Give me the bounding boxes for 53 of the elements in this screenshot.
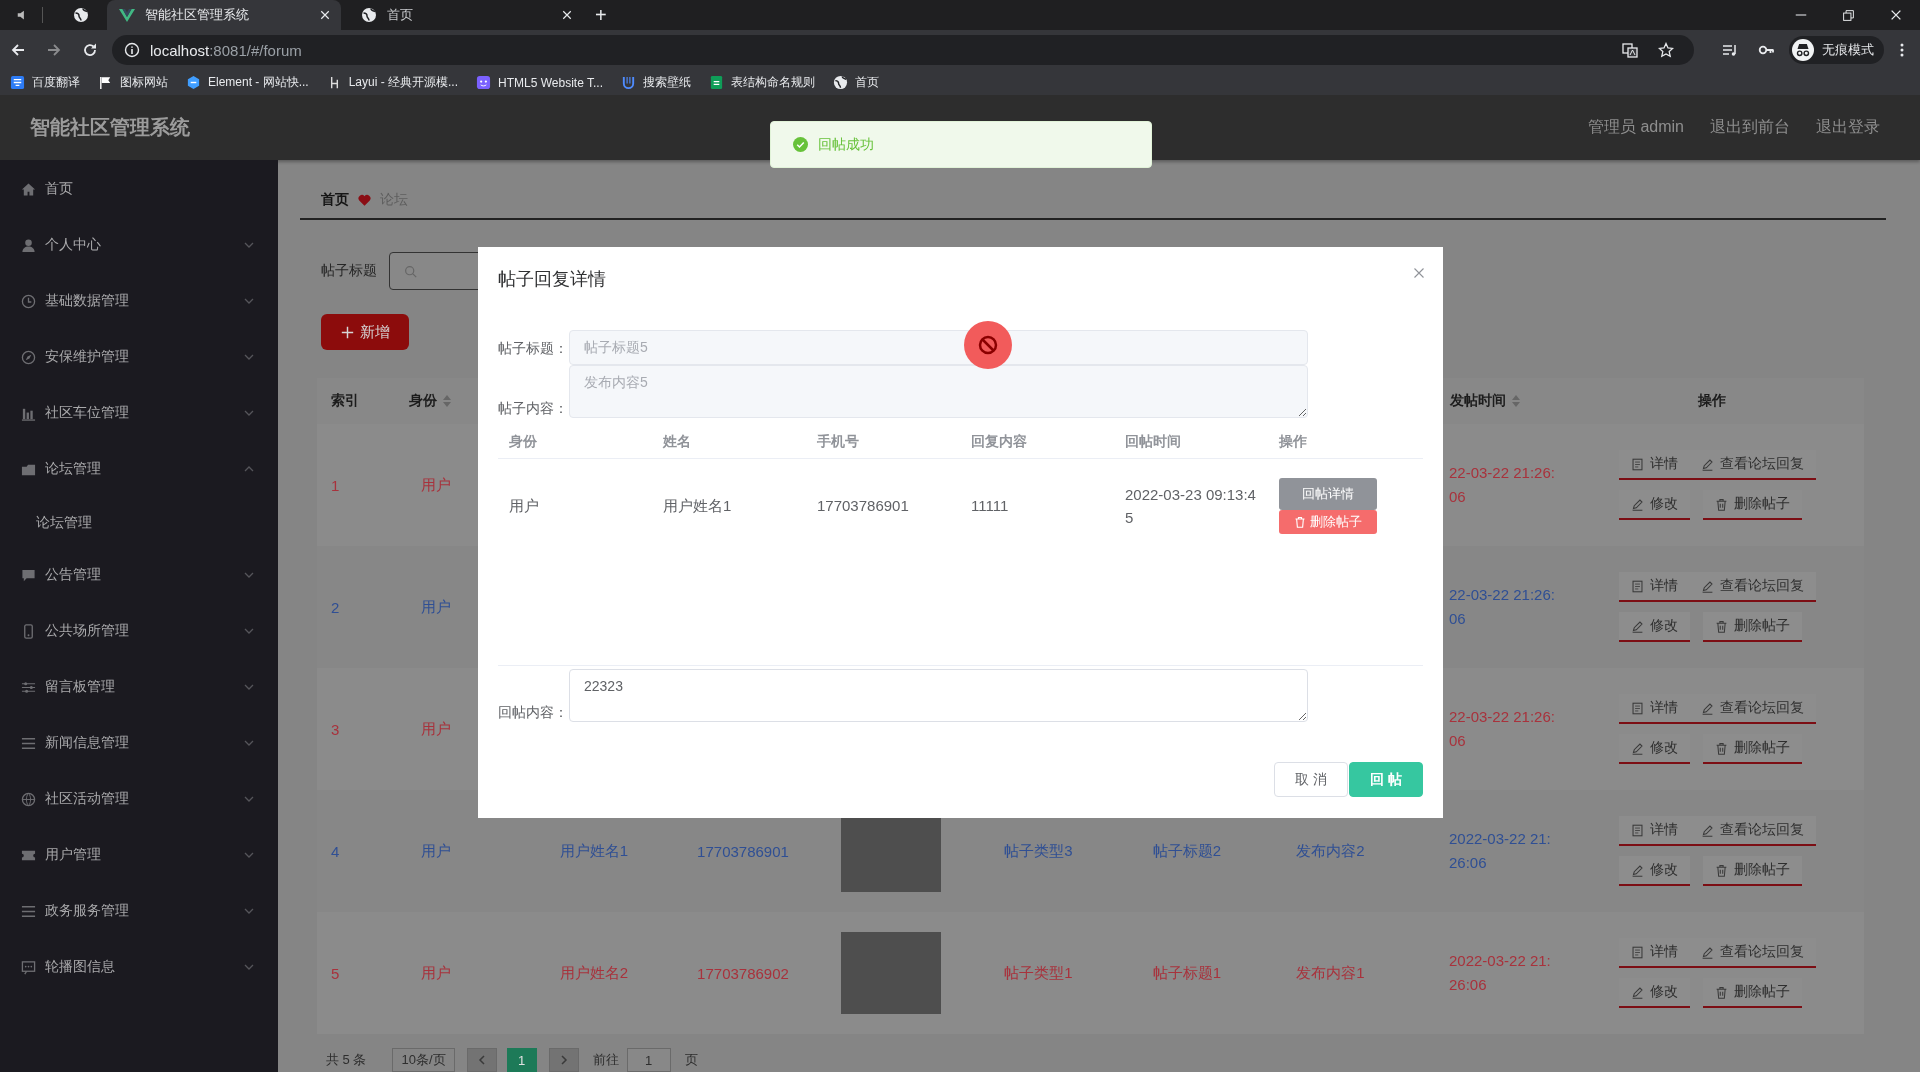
table-cell-text: 22-03-22 21:26:06	[1449, 585, 1556, 629]
column-header: 身份	[409, 392, 437, 410]
column-header: 索引	[331, 392, 359, 410]
table-cell: 发布内容1	[1296, 963, 1365, 983]
table-cell: 用户姓名1	[663, 496, 732, 514]
table-cell-text: 2022-03-22 21:26:06	[1449, 951, 1552, 995]
table-cell: 17703786902	[697, 964, 789, 982]
table-cell: 用户	[421, 841, 451, 861]
column-header: 操作	[1697, 392, 1726, 410]
table-cell-text: 22-03-22 21:26:06	[1449, 707, 1556, 751]
table-cell: 帖子标题1	[1152, 963, 1222, 983]
search-label: 帖子标题	[321, 262, 377, 280]
column-header: 身份	[509, 433, 537, 449]
table-cell: 5	[331, 964, 340, 982]
tab-title: 智能社区管理系统	[145, 6, 250, 24]
column-header: 操作	[1279, 433, 1307, 449]
url-text: localhost:8081/#/forum	[150, 41, 302, 59]
field-label: 帖子标题：	[498, 338, 569, 358]
total-count: 共 5 条	[326, 1051, 367, 1069]
table-cell: 帖子标题2	[1152, 841, 1222, 861]
column-header: 手机号	[817, 433, 859, 449]
table-cell: 帖子类型3	[1004, 841, 1073, 861]
table-cell: 用户姓名1	[559, 841, 629, 861]
table-cell: 3	[331, 720, 340, 738]
dialog-title: 帖子回复详情	[498, 268, 606, 291]
column-header: 姓名	[663, 433, 691, 449]
success-toast: 回帖成功	[770, 121, 1152, 168]
table-cell: 4	[331, 842, 340, 860]
table-cell: 用户	[421, 963, 451, 983]
field-label: 帖子内容：	[498, 399, 569, 418]
table-cell: 2	[331, 598, 340, 616]
table-cell: 17703786901	[697, 842, 789, 860]
table-cell-text: 2022-03-22 21:26:06	[1449, 829, 1552, 873]
field-label: 回帖内容：	[498, 703, 569, 722]
app-title: 智能社区管理系统	[30, 115, 190, 140]
table-cell-text: 2022-03-23 09:13:45	[1125, 484, 1257, 528]
column-header: 回复内容	[971, 433, 1027, 449]
goto-label: 前往	[592, 1051, 619, 1069]
column-header: 回帖时间	[1125, 433, 1181, 449]
table-cell: 17703786901	[817, 497, 909, 514]
table-cell: 用户姓名2	[559, 963, 629, 983]
table-cell: 用户	[421, 475, 451, 495]
table-cell: 用户	[421, 719, 451, 739]
table-cell: 11111	[971, 497, 1009, 514]
table-cell: 1	[331, 476, 340, 494]
table-cell: 用户	[509, 496, 539, 514]
table-cell: 帖子类型1	[1004, 963, 1073, 983]
table-cell: 用户	[421, 597, 451, 617]
page-unit-label: 页	[684, 1051, 698, 1069]
table-cell-text: 22-03-22 21:26:06	[1449, 463, 1556, 507]
column-header: 发帖时间	[1450, 392, 1506, 410]
tab-title: 首页	[387, 6, 414, 24]
table-cell: 发布内容2	[1296, 841, 1365, 861]
